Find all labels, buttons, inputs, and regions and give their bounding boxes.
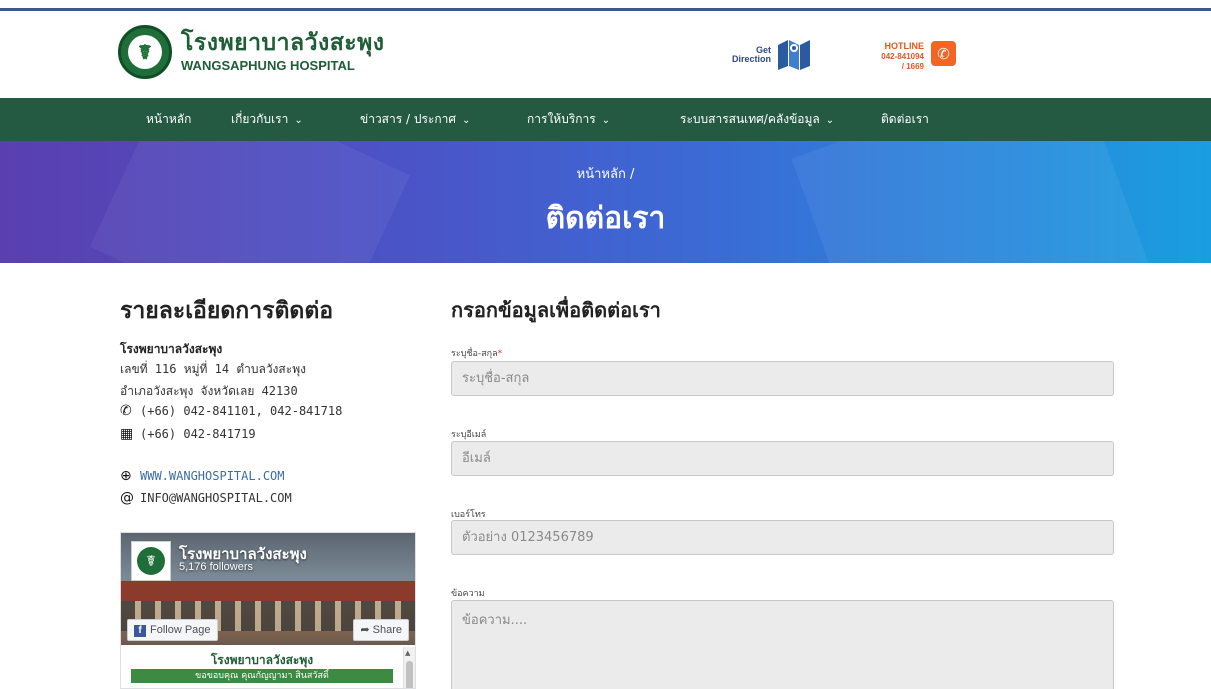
hotline-link[interactable]: HOTLINE 042-841094 / 1669 ✆ [870,39,960,75]
page-title: ติดต่อเรา [545,201,666,236]
name-input[interactable] [451,361,1114,396]
caduceus-icon: ☤ [128,35,162,69]
hotline-number: 042-841094 [881,52,924,61]
fax-icon: ▦ [120,426,134,442]
get-direction-label-2: Direction [731,54,771,64]
name-field-label: ระบุชื่อ-สกุล* [451,346,502,360]
post-banner-text: ขอขอบคุณ คุณกัญญามา สินสวัสดิ์ [131,669,393,683]
hospital-logo[interactable]: ☤ [118,25,172,79]
hotline-ext: / 1669 [901,62,924,71]
get-direction-link[interactable]: Get Direction [725,39,815,73]
name-label-text: ระบุชื่อ-สกุล [451,349,498,359]
chevron-down-icon: ⌄ [462,115,471,126]
chevron-down-icon: ⌄ [601,115,611,126]
email-row: @ INFO@WANGHOSPITAL.COM [120,490,292,506]
phone-numbers: (+66) 042-841101, 042-841718 [140,404,343,418]
nav-label: การให้บริการ [527,112,596,126]
facebook-cover-photo[interactable]: ☤ โรงพยาบาลวังสะพุง 5,176 followers f Fol… [121,533,415,645]
email-field-label: ระบุอีเมล์ [451,430,487,440]
address-line-2: อำเภอวังสะพุง จังหวัดเลย 42130 [120,384,298,398]
chevron-down-icon: ⌄ [294,115,303,126]
message-textarea[interactable] [451,600,1114,689]
nav-item-home[interactable]: หน้าหลัก [146,98,191,141]
site-header: ☤ โรงพยาบาลวังสะพุง WANGSAPHUNG HOSPITAL… [0,11,1211,98]
email-input[interactable] [451,441,1114,476]
phone-row: ✆ (+66) 042-841101, 042-841718 [120,403,342,419]
nav-item-contact[interactable]: ติดต่อเรา [881,98,929,141]
share-icon: ➦ [360,624,373,636]
page-banner: หน้าหลัก / ติดต่อเรา [0,141,1211,263]
nav-label: หน้าหลัก [146,112,192,126]
fax-row: ▦ (+66) 042-841719 [120,426,256,442]
nav-label: ระบบสารสนเทศ/คลังข้อมูล [680,112,820,126]
facebook-post-preview[interactable]: โรงพยาบาลวังสะพุง ขอขอบคุณ คุณกัญญามา สิ… [121,647,403,688]
fax-number: (+66) 042-841719 [140,427,256,441]
post-title: โรงพยาบาลวังสะพุง [210,653,314,667]
breadcrumb[interactable]: หน้าหลัก / [0,163,1211,184]
scrollbar-thumb[interactable] [406,661,413,688]
contact-details-heading: รายละเอียดการติดต่อ [120,298,334,324]
chevron-down-icon: ⌄ [825,115,835,126]
brand-name-english[interactable]: WANGSAPHUNG HOSPITAL [181,58,355,73]
required-marker: * [497,349,503,359]
widget-scrollbar[interactable]: ▲ [403,647,415,688]
globe-icon: ⊕ [120,468,132,484]
facebook-avatar[interactable]: ☤ [131,541,171,581]
phone-icon: ✆ [120,403,132,419]
nav-item-news[interactable]: ข่าวสาร / ประกาศ ⌄ [360,98,470,141]
facebook-page-widget: ☤ โรงพยาบาลวังสะพุง 5,176 followers f Fol… [120,532,416,689]
scroll-up-icon[interactable]: ▲ [405,649,410,657]
hotline-label: HOTLINE [884,41,925,51]
organization-name: โรงพยาบาลวังสะพุง [120,342,223,356]
facebook-followers: 5,176 followers [179,561,253,573]
at-icon: @ [120,490,134,506]
nav-label: เกี่ยวกับเรา [231,112,289,126]
follow-page-button[interactable]: f Follow Page [127,619,218,641]
website-row: ⊕ WWW.WANGHOSPITAL.COM [120,468,285,484]
phone-input[interactable] [451,520,1114,555]
message-field-label: ข้อความ [451,589,485,599]
nav-label: ข่าวสาร / ประกาศ [360,112,456,126]
nav-item-info-system[interactable]: ระบบสารสนเทศ/คลังข้อมูล ⌄ [680,98,834,141]
nav-label: ติดต่อเรา [881,112,929,126]
email-link[interactable]: INFO@WANGHOSPITAL.COM [140,491,292,505]
facebook-icon: f [134,625,146,637]
website-link[interactable]: WWW.WANGHOSPITAL.COM [140,469,285,483]
phone-icon: ✆ [931,41,956,66]
main-nav: หน้าหลัก เกี่ยวกับเรา ⌄ ข่าวสาร / ประกาศ ⌄… [0,98,1211,141]
phone-field-label: เบอร์โทร [451,510,486,520]
caduceus-icon: ☤ [137,547,165,575]
nav-item-services[interactable]: การให้บริการ ⌄ [527,98,610,141]
share-label: Share [372,624,402,636]
cover-building-roof [121,581,415,601]
map-icon [778,40,810,70]
address-line-1: เลขที่ 116 หมู่ที่ 14 ตำบลวังสะพุง [120,362,306,376]
nav-item-about[interactable]: เกี่ยวกับเรา ⌄ [231,98,303,141]
brand-name-thai[interactable]: โรงพยาบาลวังสะพุง [181,25,385,61]
contact-form-heading: กรอกข้อมูลเพื่อติดต่อเรา [451,298,661,322]
follow-page-label: Follow Page [150,624,211,636]
share-button[interactable]: ➦ Share [353,619,409,641]
